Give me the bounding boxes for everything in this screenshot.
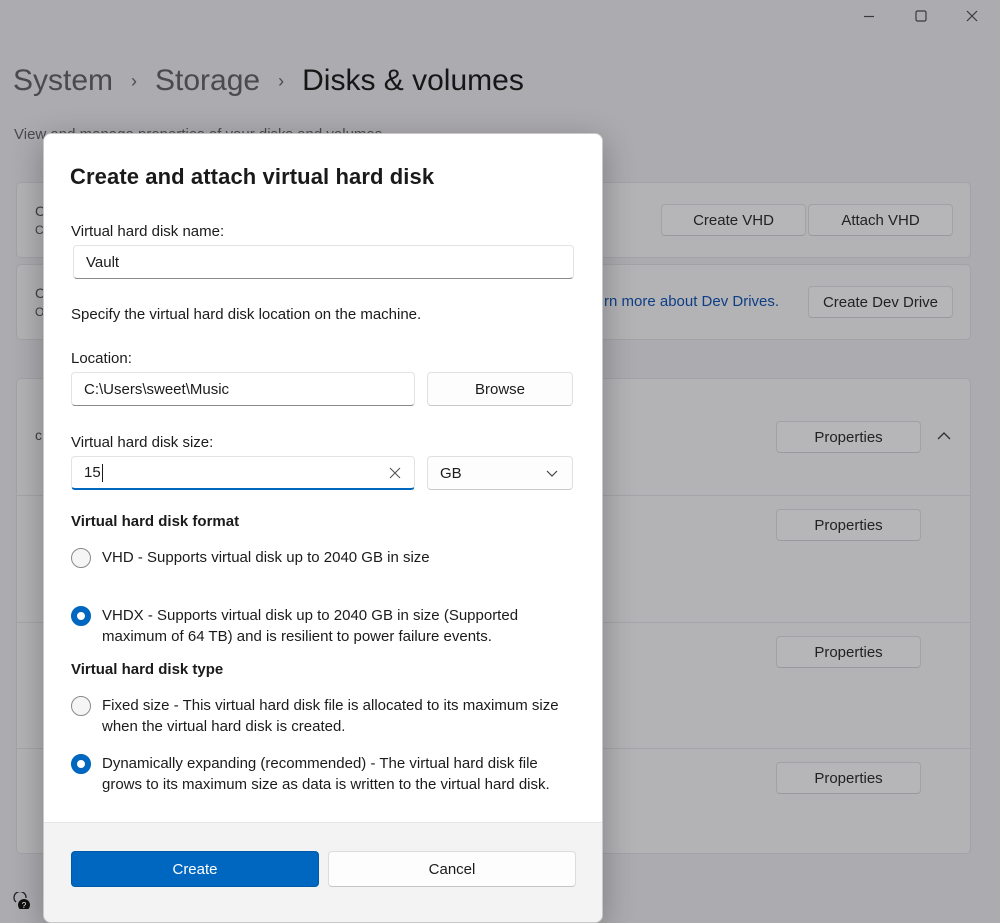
radio-button-checked[interactable] (71, 754, 91, 774)
disk-properties-button[interactable]: Properties (776, 421, 921, 453)
text-caret (101, 463, 103, 482)
radio-button[interactable] (71, 696, 91, 716)
cancel-button[interactable]: Cancel (328, 851, 576, 887)
minimize-button[interactable] (846, 0, 892, 32)
location-hint: Specify the virtual hard disk location o… (71, 306, 422, 323)
volume-properties-button[interactable]: Properties (776, 509, 921, 541)
disk-title-fragment: c (35, 427, 42, 443)
vhd-name-label: Virtual hard disk name: (71, 223, 225, 240)
size-value: 15 (84, 464, 101, 481)
dialog-footer: Create Cancel (44, 822, 602, 922)
radio-button[interactable] (71, 548, 91, 568)
chevron-up-icon[interactable] (934, 428, 954, 444)
size-label: Virtual hard disk size: (71, 434, 214, 451)
create-dev-drive-button[interactable]: Create Dev Drive (808, 286, 953, 318)
type-option-label: Fixed size - This virtual hard disk file… (102, 697, 559, 735)
type-option-dynamic[interactable]: Dynamically expanding (recommended) - Th… (71, 753, 577, 795)
create-vhd-button[interactable]: Create VHD (661, 204, 806, 236)
breadcrumb-current: Disks & volumes (302, 64, 524, 97)
format-option-label: VHDX - Supports virtual disk up to 2040 … (102, 607, 519, 645)
breadcrumb-separator: › (131, 70, 138, 91)
vhd-name-value: Vault (86, 253, 120, 271)
location-label: Location: (71, 350, 132, 367)
help-icon[interactable]: ? (12, 892, 34, 909)
learn-more-dev-drives-link[interactable]: rn more about Dev Drives. (604, 293, 779, 310)
chevron-down-icon (546, 470, 558, 477)
volume-properties-button[interactable]: Properties (776, 762, 921, 794)
format-option-vhd[interactable]: VHD - Supports virtual disk up to 2040 G… (71, 547, 577, 568)
type-heading: Virtual hard disk type (71, 661, 224, 678)
browse-button[interactable]: Browse (427, 372, 573, 406)
breadcrumb-storage[interactable]: Storage (155, 64, 260, 98)
breadcrumb: System › Storage › Disks & volumes (13, 64, 524, 98)
radio-button-checked[interactable] (71, 606, 91, 626)
vhd-name-input[interactable]: Vault (73, 245, 574, 279)
type-option-fixed[interactable]: Fixed size - This virtual hard disk file… (71, 695, 577, 737)
attach-vhd-button[interactable]: Attach VHD (808, 204, 953, 236)
volume-properties-button[interactable]: Properties (776, 636, 921, 668)
location-input[interactable]: C:\Users\sweet\Music (71, 372, 415, 406)
size-unit-dropdown[interactable]: GB (427, 456, 573, 490)
format-option-label: VHD - Supports virtual disk up to 2040 G… (102, 549, 430, 566)
close-icon (966, 10, 978, 22)
create-button[interactable]: Create (71, 851, 319, 887)
maximize-icon (915, 10, 927, 22)
dialog-title: Create and attach virtual hard disk (70, 164, 435, 189)
close-window-button[interactable] (949, 0, 995, 32)
svg-text:?: ? (22, 901, 27, 909)
create-vhd-dialog: Create and attach virtual hard disk Virt… (43, 133, 603, 923)
format-heading: Virtual hard disk format (71, 513, 240, 530)
breadcrumb-system[interactable]: System (13, 64, 113, 98)
clear-icon[interactable] (388, 466, 402, 480)
size-input[interactable]: 15 (71, 456, 415, 490)
type-option-label: Dynamically expanding (recommended) - Th… (102, 755, 550, 793)
location-value: C:\Users\sweet\Music (84, 380, 230, 398)
minimize-icon (864, 15, 874, 18)
maximize-button[interactable] (898, 0, 944, 32)
format-option-vhdx[interactable]: VHDX - Supports virtual disk up to 2040 … (71, 605, 577, 647)
breadcrumb-separator: › (278, 70, 285, 91)
size-unit-value: GB (440, 464, 462, 482)
